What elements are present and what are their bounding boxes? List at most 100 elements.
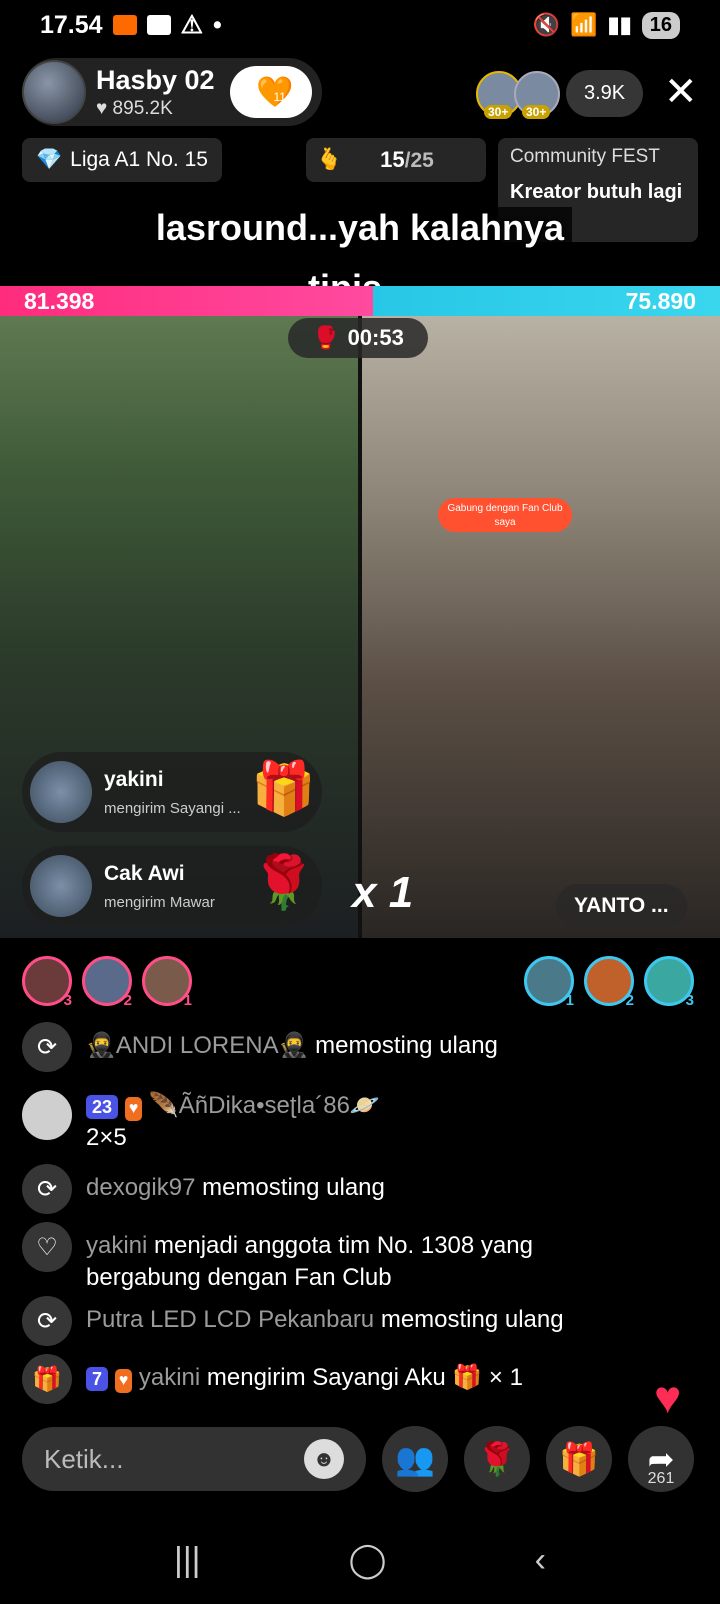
comment-input[interactable]: Ketik... ☻ <box>22 1427 366 1491</box>
status-time: 17.54 <box>40 10 103 39</box>
gift-sender-avatar <box>30 855 92 917</box>
multi-guest-button[interactable]: 👥 <box>382 1426 448 1492</box>
share-button[interactable]: ➦ 261 <box>628 1426 694 1492</box>
goal-total: /25 <box>404 149 434 172</box>
goal-progress[interactable]: 🫰 15/25 <box>306 138 486 182</box>
recent-apps-button[interactable]: ||| <box>174 1541 201 1580</box>
gift-sender-avatar <box>30 761 92 823</box>
gift-icon: 🎁 <box>559 1441 599 1477</box>
host-name: Hasby 02 <box>96 64 215 95</box>
signal-icon: ▮▮ <box>607 12 632 37</box>
android-nav-bar: ||| ◯ ‹ <box>0 1530 720 1590</box>
opponent-fanclub-badge[interactable]: Gabung dengan Fan Club saya <box>438 498 572 532</box>
like-heart-icon: ♥ <box>654 1371 682 1423</box>
supporter-rank: 3 <box>685 992 694 1009</box>
supporter-rank: 2 <box>625 992 634 1009</box>
gift-icon: 🎁 <box>251 760 316 818</box>
timer-value: 00:53 <box>347 325 404 350</box>
rose-icon: 🌹 <box>251 854 316 912</box>
left-score: 81.398 <box>0 286 374 316</box>
supporter-avatar[interactable]: 2 <box>584 956 634 1009</box>
supporter-avatar[interactable]: 3 <box>22 956 72 1009</box>
left-supporters: 3 2 1 <box>22 956 192 1009</box>
gift-box-icon: 🎁 <box>22 1354 72 1404</box>
gift-desc: mengirim Sayangi ... <box>104 799 241 817</box>
rose-icon: 🌹 <box>477 1441 517 1477</box>
supporter-rank: 1 <box>565 992 574 1009</box>
fanclub-badge: ♥ <box>114 1369 133 1393</box>
gift-sender-name: Cak Awi <box>104 861 185 885</box>
league-label: Liga A1 No. 15 <box>70 148 208 171</box>
chat-message[interactable]: ♡ yakini menjadi anggota tim No. 1308 ya… <box>22 1222 702 1294</box>
supporter-avatar[interactable]: 1 <box>142 956 192 1009</box>
host-likes: ♥ 895.2K <box>96 97 173 119</box>
heart-outline-icon: ♡ <box>22 1222 72 1272</box>
repost-icon: ⟳ <box>22 1164 72 1214</box>
home-button[interactable]: ◯ <box>349 1540 387 1580</box>
repost-icon: ⟳ <box>22 1296 72 1346</box>
supporter-avatar[interactable]: 1 <box>524 956 574 1009</box>
host-avatar[interactable] <box>22 60 86 124</box>
chat-message[interactable]: 🎁 7 ♥ yakini mengirim Sayangi Aku 🎁 × 1 <box>22 1354 702 1404</box>
close-button[interactable]: ✕ <box>664 72 698 112</box>
host-card[interactable]: Hasby 02 ♥ 895.2K 🧡 11 <box>22 58 322 126</box>
chat-message[interactable]: ⟳ Putra LED LCD Pekanbaru memosting ulan… <box>22 1296 702 1346</box>
rose-button[interactable]: 🌹 <box>464 1426 530 1492</box>
diamond-icon: 💎 <box>36 148 63 171</box>
viewer-count[interactable]: 3.9K <box>566 70 644 117</box>
viewer-list[interactable]: 30+ 30+ 3.9K <box>476 70 644 119</box>
chat-user: 🪶ÃñDika•seʈla´86🪐 <box>148 1092 380 1119</box>
video-call-icon <box>112 15 137 35</box>
gift-notification: Cak Awi mengirim Mawar 🌹 <box>22 846 322 926</box>
chat-message[interactable]: 23 ♥ 🪶ÃñDika•seʈla´86🪐 2×5 <box>22 1090 702 1154</box>
battery-indicator: 16 <box>641 11 680 39</box>
supporter-rank: 2 <box>123 992 132 1009</box>
opponent-video[interactable] <box>362 316 720 938</box>
gift-desc: mengirim Mawar <box>104 893 215 911</box>
status-bar: 17.54 ⚠ • 🔇 📶 ▮▮ 16 <box>0 0 720 50</box>
fanclub-badge: ♥ <box>124 1097 143 1121</box>
right-supporters: 1 2 3 <box>524 956 694 1009</box>
fanclub-heart-button[interactable]: 🧡 11 <box>230 66 312 118</box>
viewer-badge: 30+ <box>522 104 551 119</box>
supporter-avatar[interactable]: 3 <box>644 956 694 1009</box>
opponent-name[interactable]: YANTO ... <box>556 884 687 928</box>
league-badge[interactable]: 💎 Liga A1 No. 15 <box>22 138 222 182</box>
share-count: 261 <box>647 1470 675 1487</box>
chat-avatar[interactable] <box>22 1090 72 1140</box>
gift-icon: 🎁 <box>452 1364 483 1391</box>
battle-score-bar: 81.398 75.890 <box>0 286 720 316</box>
chat-user: yakini <box>86 1232 148 1259</box>
comment-placeholder: Ketik... <box>44 1443 124 1474</box>
chat-text: memosting ulang <box>315 1032 498 1059</box>
supporter-rank: 1 <box>183 992 192 1009</box>
gift-sender-name: yakini <box>104 767 164 791</box>
chat-message[interactable]: ⟳ 🥷ANDI LORENA🥷 memosting ulang <box>22 1022 702 1072</box>
gift-combo: x 1 <box>352 868 414 917</box>
chat-text: mengirim Sayangi Aku <box>206 1364 446 1391</box>
host-video[interactable] <box>0 316 358 938</box>
back-button[interactable]: ‹ <box>535 1541 546 1580</box>
warning-icon: ⚠ <box>180 11 203 39</box>
supporter-avatar[interactable]: 2 <box>82 956 132 1009</box>
chat-user: 🥷ANDI LORENA🥷 <box>86 1032 309 1059</box>
caption-line-1: lasround...yah kalahnya <box>147 207 573 248</box>
gift-button[interactable]: 🎁 <box>546 1426 612 1492</box>
chat-text: 2×5 <box>86 1124 127 1151</box>
gift-count: × 1 <box>488 1364 523 1391</box>
chat-text: memosting ulang <box>202 1174 385 1201</box>
goal-icon: 🫰 <box>316 148 343 171</box>
people-icon: 👥 <box>395 1441 435 1477</box>
chat-user: Putra LED LCD Pekanbaru <box>86 1306 375 1333</box>
emoji-icon[interactable]: ☻ <box>304 1439 344 1479</box>
chat-text: memosting ulang <box>380 1306 564 1333</box>
viewer-badge: 30+ <box>484 104 513 119</box>
viewer-avatar[interactable]: 30+ <box>514 70 560 119</box>
chat-user: yakini <box>138 1364 201 1391</box>
gift-notification: yakini mengirim Sayangi ... 🎁 <box>22 752 322 832</box>
level-badge: 23 <box>86 1095 119 1119</box>
fanclub-count: 11 <box>273 90 286 104</box>
chat-message[interactable]: ⟳ dexogik97 memosting ulang <box>22 1164 702 1214</box>
mute-icon: 🔇 <box>532 12 561 37</box>
level-badge: 7 <box>86 1367 109 1391</box>
